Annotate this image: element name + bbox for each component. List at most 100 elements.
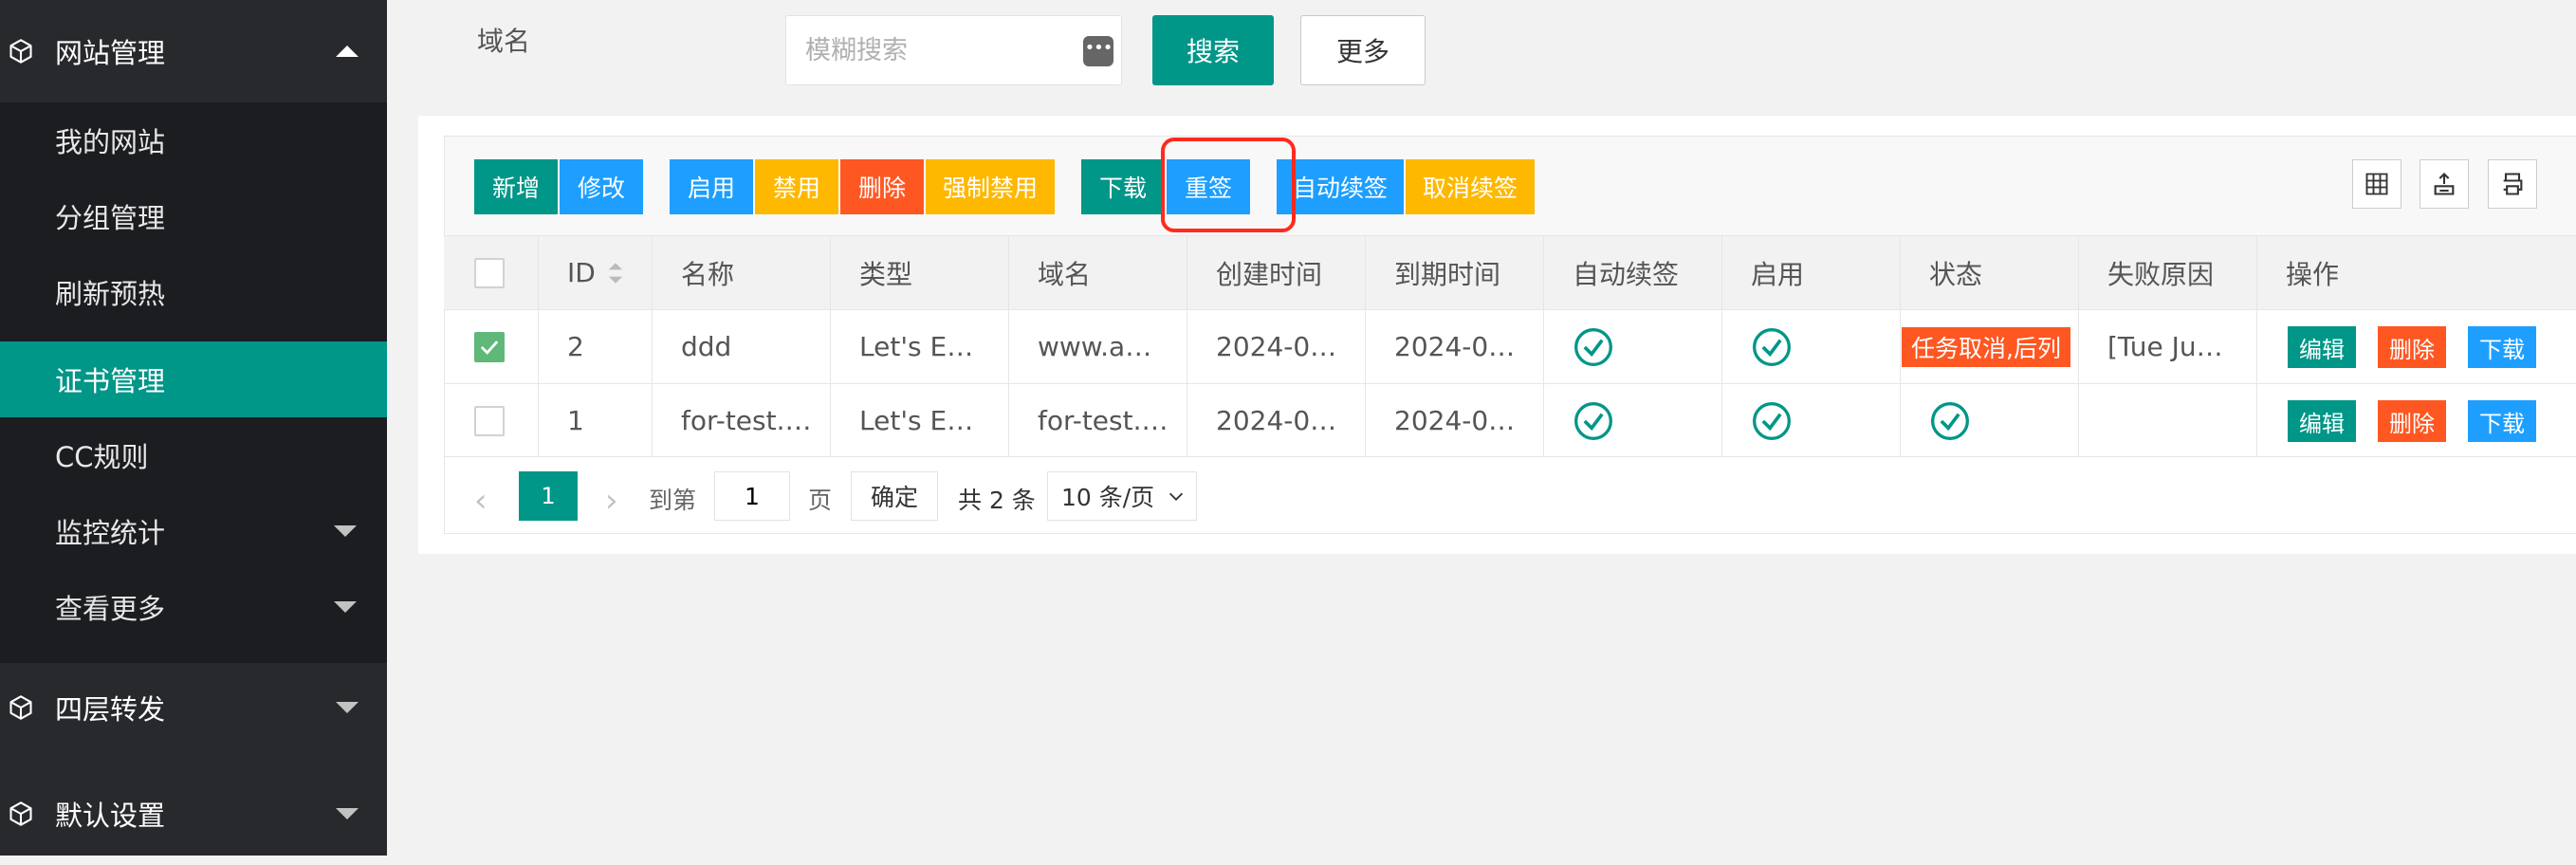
sidebar-item-groups[interactable]: 分组管理 (0, 178, 387, 254)
cell-status: 任务取消,后列 (1901, 310, 2079, 383)
print-icon[interactable] (2488, 159, 2537, 209)
header-auto-renew: 自动续签 (1544, 236, 1722, 309)
header-name: 名称 (653, 236, 831, 309)
check-icon (480, 340, 499, 355)
cell-domain: www.a… (1009, 310, 1187, 383)
cell-id: 2 (539, 310, 653, 383)
row-download-button[interactable]: 下载 (2468, 326, 2536, 368)
cell-enabled (1722, 310, 1901, 383)
auto-renew-button[interactable]: 自动续签 (1277, 159, 1404, 214)
cell-actions: 编辑 删除 下载 (2257, 310, 2576, 383)
page-label: 页 (808, 487, 833, 514)
cancel-renew-button[interactable]: 取消续签 (1406, 159, 1535, 214)
sidebar-group-label: 网站管理 (55, 37, 166, 69)
cell-name: for-test.… (653, 384, 831, 457)
cell-status (1901, 384, 2079, 457)
header-fail-reason: 失败原因 (2079, 236, 2257, 309)
sidebar-item-label: CC规则 (55, 441, 149, 473)
sidebar-item-monitoring[interactable]: 监控统计 (0, 493, 387, 569)
cell-actions: 编辑 删除 下载 (2257, 384, 2576, 457)
next-page-icon[interactable]: › (605, 482, 618, 520)
sort-icon[interactable] (607, 261, 624, 285)
sidebar-group-l4[interactable]: 四层转发 (0, 656, 387, 759)
cube-icon (9, 695, 32, 720)
header-enabled: 启用 (1722, 236, 1901, 309)
sidebar-item-certificates[interactable]: 证书管理 (0, 341, 387, 417)
edit-button[interactable]: 修改 (560, 159, 643, 214)
check-circle-icon (1931, 401, 1969, 440)
force-disable-button[interactable]: 强制禁用 (926, 159, 1055, 214)
check-circle-icon (1574, 327, 1612, 366)
cell-auto-renew (1544, 310, 1722, 383)
row-download-button[interactable]: 下载 (2468, 400, 2536, 442)
header-type: 类型 (831, 236, 1009, 309)
cell-expires: 2024-0… (1366, 384, 1544, 457)
header-checkbox-cell (444, 236, 539, 309)
cell-type: Let's E… (831, 384, 1009, 457)
sidebar-item-label: 分组管理 (55, 202, 166, 234)
sidebar-item-refresh[interactable]: 刷新预热 (0, 254, 387, 330)
download-button[interactable]: 下载 (1081, 159, 1165, 214)
cell-created: 2024-0… (1187, 310, 1366, 383)
total-count: 共 2 条 (958, 487, 1036, 514)
row-checkbox[interactable] (474, 331, 505, 362)
prev-page-icon[interactable]: ‹ (474, 482, 488, 520)
check-circle-icon (1753, 327, 1791, 366)
sidebar-group-website[interactable]: 网站管理 (0, 0, 387, 102)
page-current[interactable]: 1 (519, 471, 578, 521)
row-delete-button[interactable]: 删除 (2378, 326, 2446, 368)
add-button[interactable]: 新增 (474, 159, 558, 214)
chevron-down-icon (336, 702, 359, 713)
sidebar-item-label: 证书管理 (55, 365, 166, 397)
sidebar-group-label: 四层转发 (55, 693, 166, 726)
search-button[interactable]: 搜索 (1152, 15, 1274, 85)
row-checkbox[interactable] (474, 405, 505, 436)
chevron-down-icon (334, 601, 357, 613)
chevron-up-icon (336, 46, 359, 57)
goto-page-input[interactable] (714, 471, 790, 521)
cell-name: ddd (653, 310, 831, 383)
check-circle-icon (1574, 401, 1612, 440)
sidebar-group-defaults[interactable]: 默认设置 (0, 763, 387, 865)
goto-ok-button[interactable]: 确定 (851, 471, 938, 521)
highlight-box (1161, 138, 1296, 232)
table-row: 2 ddd Let's E… www.a… 2024-0… 2024-0… 任务… (444, 309, 2576, 383)
row-delete-button[interactable]: 删除 (2378, 400, 2446, 442)
cell-fail-reason (2079, 384, 2257, 457)
cell-id: 1 (539, 384, 653, 457)
enable-button[interactable]: 启用 (670, 159, 753, 214)
more-button[interactable]: 更多 (1300, 15, 1426, 85)
sidebar-item-label: 刷新预热 (55, 278, 166, 310)
delete-button[interactable]: 删除 (840, 159, 924, 214)
header-id[interactable]: ID (539, 236, 653, 309)
cell-domain: for-test.… (1009, 384, 1187, 457)
table-header-row: ID 名称 类型 域名 创建时间 到期时间 自动续签 启用 状态 失败原因 操作 (444, 235, 2576, 309)
cell-auto-renew (1544, 384, 1722, 457)
header-expires: 到期时间 (1366, 236, 1544, 309)
sidebar-item-cc-rules[interactable]: CC规则 (0, 417, 387, 493)
row-edit-button[interactable]: 编辑 (2288, 400, 2356, 442)
sidebar-item-my-sites[interactable]: 我的网站 (0, 102, 387, 178)
cube-icon (9, 801, 32, 826)
page-size-select[interactable]: 10 条/页 (1047, 471, 1197, 521)
sidebar-item-label: 查看更多 (55, 593, 166, 625)
sidebar-item-more[interactable]: 查看更多 (0, 569, 387, 645)
row-edit-button[interactable]: 编辑 (2288, 326, 2356, 368)
disable-button[interactable]: 禁用 (755, 159, 838, 214)
sidebar-group-label: 默认设置 (55, 800, 166, 832)
chevron-down-icon (1168, 492, 1184, 501)
header-status: 状态 (1901, 236, 2079, 309)
status-badge: 任务取消,后列 (1902, 326, 2070, 367)
cube-icon (9, 39, 32, 64)
check-circle-icon (1753, 401, 1791, 440)
page-size-value: 10 条/页 (1061, 484, 1155, 511)
more-options-icon[interactable]: ••• (1083, 36, 1113, 66)
table-row: 1 for-test.… Let's E… for-test.… 2024-0…… (444, 383, 2576, 457)
columns-filter-icon[interactable] (2352, 159, 2401, 209)
cell-enabled (1722, 384, 1901, 457)
sidebar-submenu: 我的网站 分组管理 刷新预热 证书管理 CC规则 监控统计 查看更多 (0, 102, 387, 663)
search-input[interactable] (785, 15, 1122, 85)
export-icon[interactable] (2420, 159, 2469, 209)
search-label: 域名 (477, 26, 531, 57)
select-all-checkbox[interactable] (474, 257, 505, 288)
